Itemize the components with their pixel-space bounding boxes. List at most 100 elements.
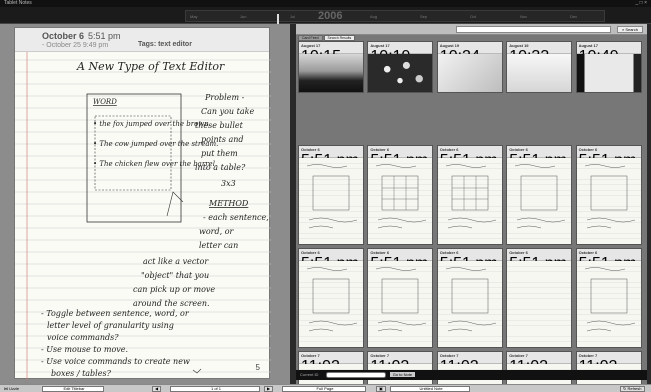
current-id-label: Current ID: [300, 372, 319, 377]
note-card[interactable]: October 65:51 pmTags: text editor: [506, 145, 573, 245]
note-title-field[interactable]: Untitled Note: [390, 386, 470, 392]
next-page-button[interactable]: ▶: [264, 386, 274, 392]
card-thumbnail: [437, 54, 502, 92]
search-button[interactable]: ⌕ Search: [616, 26, 643, 33]
sketch-icon: [445, 164, 496, 229]
sketch-icon: [306, 267, 358, 332]
bottom-line: letter level of granularity using: [47, 321, 174, 330]
problem-line: into a table?: [195, 163, 246, 172]
sketch-icon: [306, 164, 358, 229]
note-card[interactable]: August 1910:33 pmTags: text editor: [506, 41, 573, 93]
app-menu-button[interactable]: ⋈ Uzzle: [4, 385, 19, 392]
card-header: August 1710:49 pmTags: text: [576, 42, 641, 88]
paper-field[interactable]: Full Page: [282, 386, 366, 392]
note-date: October 6 5:51 pm: [42, 31, 121, 41]
prev-page-button[interactable]: ◀: [152, 386, 162, 392]
card-thumbnail: [368, 261, 433, 347]
timeline-month: Sep: [420, 14, 428, 19]
window-title: Tablet Notes: [4, 0, 32, 6]
card-thumbnail: [437, 158, 502, 244]
card-header: October 65:51 pmTags: text editor: [576, 249, 641, 277]
card-header: October 65:51 pmTags: text editor: [299, 249, 363, 277]
problem-line: Can you take: [201, 107, 254, 116]
card-header: October 65:51 pmTags: text editor: [576, 146, 641, 174]
handwritten-title: A New Type of Text Editor: [76, 60, 225, 73]
card-thumbnail: [576, 54, 641, 92]
card-header: October 65:51 pmTags: text editor: [299, 146, 363, 174]
problem-line: 3x3: [221, 179, 236, 188]
go-to-note-button[interactable]: Go to Note: [389, 372, 416, 377]
card-header: October 711:02 amTags: text editor: [576, 352, 641, 390]
timeline-band[interactable]: [185, 10, 605, 22]
method-line: act like a vector: [143, 257, 209, 266]
card-thumbnail: [299, 261, 363, 347]
card-header: October 711:02 amTags: text editor: [507, 352, 572, 390]
search-bar: ⌕ Search: [296, 24, 647, 35]
problem-line: Problem -: [204, 93, 245, 102]
timeline-month: Jun: [240, 14, 247, 19]
method-line: "object" that you: [141, 271, 209, 280]
note-page[interactable]: October 6 5:51 pm - October 25 9:49 pm Ta…: [14, 27, 271, 380]
sketch-icon: [584, 164, 635, 229]
word-heading: WORD: [93, 98, 117, 106]
card-header: August 1910:24 pmTags: text editor: [437, 42, 502, 88]
card-thumbnail: [368, 158, 433, 244]
refresh-button[interactable]: ↻ Refresh: [620, 386, 645, 392]
note-card[interactable]: October 65:51 pmTags: text editor: [298, 145, 364, 245]
timeline-month: Aug: [370, 14, 378, 19]
problem-line: points and: [201, 135, 244, 144]
page-field[interactable]: 1 of 1: [170, 386, 260, 392]
bowtie-icon: ⋈: [4, 386, 8, 391]
refresh-icon: ↻: [623, 386, 627, 391]
note-card[interactable]: October 65:51 pmTags: text editor: [436, 145, 503, 245]
method-line: - each sentence,: [203, 213, 269, 222]
note-time: 5:51 pm: [88, 31, 121, 41]
window-controls[interactable]: _ □ ×: [636, 0, 648, 7]
page-number: 5: [255, 363, 260, 372]
card-header: October 711:02 amTags: text editor: [437, 352, 502, 390]
method-line: word, or: [199, 227, 235, 236]
current-id-input[interactable]: [325, 371, 386, 378]
note-card[interactable]: October 65:51 pmTags: text editor: [298, 248, 364, 348]
note-card[interactable]: August 1710:15 pmTags: text editor: [298, 41, 364, 93]
card-header: October 65:51 pmTags: text editor: [437, 146, 502, 174]
note-card[interactable]: October 65:51 pmTags: text editor: [436, 248, 503, 348]
note-card[interactable]: October 65:51 pmTags: text editor: [367, 145, 434, 245]
note-date-range: - October 25 9:49 pm: [42, 42, 109, 49]
status-strip: Current ID Go to Note: [296, 370, 647, 380]
timeline-month: May: [190, 14, 198, 19]
bottom-line: boxes / tables?: [51, 369, 112, 378]
problem-line: these bullet: [195, 121, 244, 130]
card-thumbnail: [576, 261, 641, 347]
word-box: [86, 93, 182, 223]
note-tags: Tags: text editor: [138, 41, 192, 48]
card-header: October 65:51 pmTags: text editor: [368, 249, 433, 277]
note-date-text: October 6: [42, 31, 85, 41]
timeline-year: 2006: [318, 10, 343, 22]
card-header: October 711:02 amTags: text editor: [299, 352, 363, 390]
sketch-icon: [376, 164, 427, 229]
note-card[interactable]: October 65:51 pmTags: text editor: [575, 248, 642, 348]
note-card[interactable]: October 65:51 pmTags: text editor: [506, 248, 573, 348]
card-thumbnail: [299, 158, 363, 244]
view-field[interactable]: Edit Titlebar: [42, 386, 104, 392]
bottom-line: - Toggle between sentence, word, or: [41, 309, 190, 318]
note-card[interactable]: October 65:51 pmTags: text editor: [575, 145, 642, 245]
method-heading: METHOD: [208, 199, 249, 208]
sketch-icon: [584, 267, 635, 332]
search-icon: ⌕: [621, 27, 625, 32]
method-line: letter can: [199, 241, 238, 250]
card-thumbnail: [299, 54, 363, 92]
card-browser: ⌕ Search Card Feed Search Results August…: [296, 24, 647, 391]
timeline-bar[interactable]: 2006 May Jun Jul Aug Sep Oct Nov Dec: [0, 7, 651, 31]
note-card[interactable]: August 1710:19 pmTags: text editor: [367, 41, 434, 93]
card-header: October 65:51 pmTags: text editor: [507, 249, 572, 277]
handwriting-canvas[interactable]: A New Type of Text Editor WORD • the fox…: [15, 52, 271, 380]
note-card[interactable]: October 65:51 pmTags: text editor: [367, 248, 434, 348]
search-input[interactable]: [456, 26, 611, 33]
note-card[interactable]: August 1910:24 pmTags: text editor: [436, 41, 503, 93]
note-card[interactable]: August 1710:49 pmTags: text: [575, 41, 642, 93]
note-header: October 6 5:51 pm - October 25 9:49 pm Ta…: [15, 28, 269, 52]
note-icon[interactable]: ▣: [376, 386, 386, 392]
card-header: October 65:51 pmTags: text editor: [507, 146, 572, 174]
